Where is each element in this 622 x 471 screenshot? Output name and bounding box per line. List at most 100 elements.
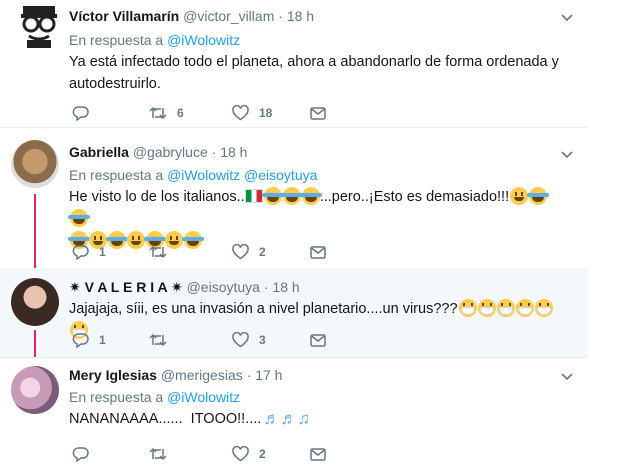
- like-button[interactable]: 3: [232, 330, 266, 350]
- tweet-actions: 6 18: [69, 103, 339, 123]
- like-count: 2: [259, 447, 266, 461]
- direct-message-button[interactable]: [310, 444, 326, 464]
- author-name[interactable]: Mery Iglesias: [69, 367, 157, 383]
- avatar-mery[interactable]: [11, 366, 59, 414]
- reply-icon: [72, 333, 89, 348]
- author-handle[interactable]: @gabryluce: [133, 144, 208, 160]
- tweet-header: Mery Iglesias @merigesias · 17 h: [69, 366, 282, 384]
- retweet-button[interactable]: [149, 242, 177, 262]
- emoji-joy: [68, 209, 90, 227]
- author-name[interactable]: Gabriella: [69, 144, 129, 160]
- thread-connector: [34, 194, 36, 274]
- reply-button[interactable]: [72, 103, 99, 123]
- emoji-mask: [477, 299, 496, 317]
- emoji-joy: [299, 187, 322, 205]
- tweet-text: Ya está infectado todo el planeta, ahora…: [69, 54, 559, 92]
- direct-message-button[interactable]: [310, 103, 326, 123]
- chevron-down-icon[interactable]: [561, 11, 573, 23]
- mention-link-2[interactable]: @eisoytuya: [244, 167, 317, 183]
- music-notes: ♬♬♫: [263, 409, 311, 428]
- direct-message-icon: [310, 447, 326, 461]
- like-button[interactable]: 2: [232, 242, 266, 262]
- emoji-joy: [280, 187, 303, 205]
- like-button[interactable]: 2: [232, 444, 266, 464]
- mention-link[interactable]: @iWolowitz: [167, 32, 240, 48]
- like-icon: [232, 105, 249, 121]
- emoji-mask: [458, 299, 477, 317]
- reply-context: En respuesta a @iWolowitz: [69, 388, 240, 406]
- tweet-actions: 1 3: [69, 330, 339, 350]
- tweet-valeria[interactable]: ✷ V A L E R I A ✷ @eisoytuya · 18 h Jaja…: [0, 268, 588, 357]
- tweet-gabriella[interactable]: Gabriella @gabryluce · 18 h En respuesta…: [0, 128, 588, 268]
- reply-icon: [72, 447, 89, 462]
- reply-context: En respuesta a @iWolowitz: [69, 31, 240, 49]
- direct-message-button[interactable]: [310, 330, 326, 350]
- like-icon: [232, 332, 249, 348]
- timestamp[interactable]: 17 h: [255, 367, 282, 383]
- author-handle[interactable]: @eisoytuya: [187, 279, 260, 295]
- tweet-mery[interactable]: Mery Iglesias @merigesias · 17 h En resp…: [0, 358, 588, 471]
- direct-message-button[interactable]: [310, 242, 326, 262]
- emoji-joy: [527, 187, 550, 205]
- emoji-joy: [261, 187, 284, 205]
- avatar-gabriella[interactable]: [11, 140, 59, 188]
- author-name[interactable]: ✷ V A L E R I A ✷: [69, 279, 183, 295]
- like-count: 2: [259, 245, 266, 259]
- thread-connector: [34, 330, 36, 358]
- tweet-text-end: ...pero..¡Esto es demasiado!!!: [319, 189, 510, 205]
- direct-message-icon: [310, 333, 326, 347]
- tweet-header: Gabriella @gabryluce · 18 h: [69, 143, 247, 161]
- tweet-header: ✷ V A L E R I A ✷ @eisoytuya · 18 h: [69, 278, 300, 296]
- retweet-icon: [149, 333, 167, 347]
- separator-dot: ·: [246, 367, 252, 383]
- separator-dot: ·: [263, 279, 269, 295]
- avatar-valeria[interactable]: [11, 278, 59, 326]
- tweet-text: NANANAAAA...... ITOOO!!.... ♬♬♫: [69, 408, 569, 430]
- retweet-count: 6: [177, 106, 184, 120]
- avatar-victor[interactable]: [15, 2, 63, 50]
- tweet-text-start: NANANAAAA...... ITOOO!!....: [69, 411, 262, 427]
- like-count: 3: [259, 333, 266, 347]
- author-handle[interactable]: @merigesias: [161, 367, 243, 383]
- emoji-smile: [510, 187, 529, 205]
- emoji-mask: [534, 299, 553, 317]
- tweet-victor[interactable]: Víctor Villamarín @victor_villam · 18 h …: [0, 0, 588, 127]
- flag-italy: [244, 189, 263, 203]
- chevron-down-icon[interactable]: [561, 148, 573, 160]
- mention-link[interactable]: @iWolowitz: [167, 389, 240, 405]
- timestamp[interactable]: 18 h: [287, 8, 314, 24]
- reply-context: En respuesta a @iWolowitz @eisoytuya: [69, 166, 317, 184]
- like-button[interactable]: 18: [232, 103, 272, 123]
- reply-icon: [72, 106, 89, 121]
- tweet-header: Víctor Villamarín @victor_villam · 18 h: [69, 7, 314, 25]
- retweet-icon: [149, 106, 167, 120]
- reply-button[interactable]: 1: [72, 242, 106, 262]
- retweet-button[interactable]: [149, 330, 177, 350]
- reply-count: 1: [99, 333, 106, 347]
- reply-icon: [72, 245, 89, 260]
- separator-dot: ·: [278, 8, 283, 24]
- reply-prefix: En respuesta a: [69, 167, 164, 183]
- author-name[interactable]: Víctor Villamarín: [69, 8, 179, 24]
- direct-message-icon: [310, 106, 326, 120]
- reply-count: 1: [99, 245, 106, 259]
- like-icon: [232, 446, 249, 462]
- reply-button[interactable]: [72, 444, 99, 464]
- retweet-button[interactable]: 6: [149, 103, 184, 123]
- reply-prefix: En respuesta a: [69, 32, 164, 48]
- reply-button[interactable]: 1: [72, 330, 106, 350]
- emoji-mask: [515, 299, 534, 317]
- mention-link[interactable]: @iWolowitz: [167, 167, 240, 183]
- direct-message-icon: [310, 245, 326, 259]
- emoji-mask: [496, 299, 515, 317]
- like-icon: [232, 244, 249, 260]
- retweet-button[interactable]: [149, 444, 177, 464]
- retweet-icon: [149, 245, 167, 259]
- tweet-text-start: He visto lo de los italianos..: [69, 189, 245, 205]
- separator-dot: ·: [211, 144, 217, 160]
- timestamp[interactable]: 18 h: [220, 144, 247, 160]
- retweet-icon: [149, 447, 167, 461]
- author-handle[interactable]: @victor_villam: [183, 8, 274, 24]
- chevron-down-icon[interactable]: [561, 370, 573, 382]
- timestamp[interactable]: 18 h: [272, 279, 299, 295]
